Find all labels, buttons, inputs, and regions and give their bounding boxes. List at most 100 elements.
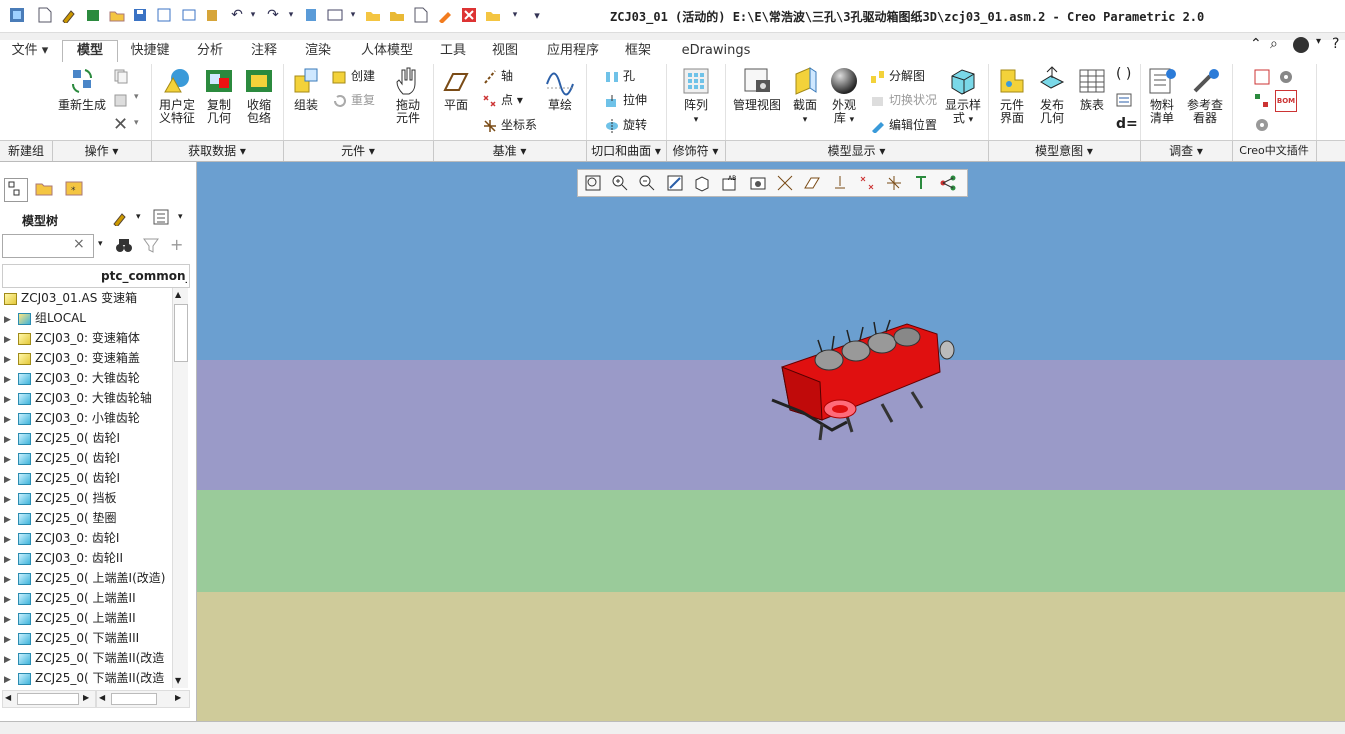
tree-horizontal-scrollbar-right[interactable]: ◀ ▶ [96, 690, 190, 708]
assemble-button[interactable]: 组装 [288, 66, 324, 112]
plugin-drawing-icon[interactable] [1253, 68, 1271, 89]
graphics-window[interactable]: AB [197, 162, 1345, 721]
tree-row[interactable]: ▶ ZCJ03_0: 齿轮II [4, 548, 170, 568]
edit-icon[interactable] [436, 6, 454, 24]
export-dropdown-icon[interactable]: ▾ [506, 6, 524, 24]
group-components[interactable]: 元件 ▾ [283, 142, 433, 160]
column-header-name[interactable]: ptc_common_n [101, 269, 187, 283]
minimize-ribbon-icon[interactable]: ⌃ [1250, 36, 1262, 52]
copy-icon[interactable] [113, 68, 129, 87]
h-scroll-thumb[interactable] [17, 693, 79, 705]
tab-view[interactable]: 视图 [482, 41, 528, 61]
search-icon[interactable]: ⌕ [1270, 36, 1278, 52]
tree-row[interactable]: ▶ ZCJ03_0: 大锥齿轮轴 [4, 388, 170, 408]
new-file-icon[interactable] [36, 6, 54, 24]
h-scroll-thumb[interactable] [111, 693, 157, 705]
expand-icon[interactable]: ▶ [4, 610, 18, 628]
parameters-icon[interactable] [1116, 92, 1132, 111]
point-display-icon[interactable] [831, 174, 851, 192]
pattern-button[interactable]: 阵列 ▾ [675, 66, 717, 127]
group-modifiers[interactable]: 修饰符 ▾ [666, 142, 725, 160]
tree-settings-icon[interactable] [110, 208, 128, 229]
display-style-small-icon[interactable] [693, 174, 713, 192]
delete-icon[interactable]: ✕ [113, 114, 128, 135]
filter-icon[interactable] [142, 236, 160, 257]
folder-icon[interactable] [364, 6, 382, 24]
tab-tools[interactable]: 工具 [430, 41, 476, 61]
tab-manikin[interactable]: 人体模型 [350, 41, 424, 61]
expand-icon[interactable]: ▶ [4, 590, 18, 608]
show-icon[interactable] [152, 208, 170, 229]
toggle-status-button[interactable]: 切换状况 [870, 91, 937, 109]
group-operations[interactable]: 操作 ▾ [52, 142, 151, 160]
tree-row[interactable]: ▶ ZCJ25_0( 挡板 [4, 488, 170, 508]
tree-row[interactable]: ▶ ZCJ25_0( 上端盖II [4, 588, 170, 608]
axis-display-icon[interactable] [803, 174, 823, 192]
regenerate-small-icon[interactable] [302, 6, 320, 24]
scroll-left-icon[interactable]: ◀ [99, 693, 105, 702]
search-dropdown-icon[interactable]: ▾ [98, 239, 103, 249]
switch-dimensions-icon[interactable]: d= [1116, 116, 1138, 132]
redo-dropdown-icon[interactable]: ▾ [282, 6, 300, 24]
save-icon[interactable] [131, 6, 149, 24]
group-new-group[interactable]: 新建组 [0, 142, 52, 160]
copy-geometry-button[interactable]: 复制 几何 [201, 66, 237, 125]
expand-icon[interactable]: ▶ [4, 490, 18, 508]
scroll-up-icon[interactable]: ▲ [175, 290, 181, 299]
scroll-right-icon[interactable]: ▶ [175, 693, 181, 702]
sketch-button[interactable]: 草绘 [542, 66, 578, 112]
csys-display-icon[interactable] [858, 174, 878, 192]
tree-horizontal-scrollbar-left[interactable]: ◀ ▶ [2, 690, 96, 708]
csys-button[interactable]: 坐标系 [482, 116, 537, 134]
favorites-tab[interactable]: * [64, 178, 86, 200]
shrinkwrap-button[interactable]: 收缩 包络 [241, 66, 277, 125]
tree-row[interactable]: ▶ 组LOCAL [4, 308, 170, 328]
tree-row[interactable]: ▶ ZCJ25_0( 垫圈 [4, 508, 170, 528]
tree-row[interactable]: ▶ ZCJ25_0( 上端盖II [4, 608, 170, 628]
help-icon[interactable]: ? [1332, 36, 1339, 52]
edit-position-button[interactable]: 编辑位置 [870, 116, 937, 134]
tab-analysis[interactable]: 分析 [186, 41, 234, 61]
refit-icon[interactable] [584, 174, 604, 192]
manage-views-button[interactable]: 管理视图 [731, 66, 783, 112]
plane-button[interactable]: 平面 [438, 66, 474, 112]
group-investigate[interactable]: 调查 ▾ [1140, 142, 1232, 160]
tree-row[interactable]: ▶ ZCJ03_0: 齿轮I [4, 528, 170, 548]
expand-icon[interactable]: ▶ [4, 670, 18, 688]
expand-icon[interactable]: ▶ [4, 330, 18, 348]
folder-star-icon[interactable] [388, 6, 406, 24]
paste-icon[interactable] [203, 6, 221, 24]
tab-framework[interactable]: 框架 [614, 41, 662, 61]
tab-file[interactable]: 文件 ▾ [2, 41, 58, 61]
expand-icon[interactable]: ▶ [4, 510, 18, 528]
expand-icon[interactable]: ▶ [4, 530, 18, 548]
model-tree-tab[interactable] [4, 178, 28, 202]
revolve-button[interactable]: 旋转 [604, 116, 647, 134]
tree-row[interactable]: ▶ ZCJ03_0: 变速箱盖 [4, 348, 170, 368]
group-datum[interactable]: 基准 ▾ [433, 142, 586, 160]
expand-icon[interactable]: ▶ [4, 630, 18, 648]
scroll-left-icon[interactable]: ◀ [5, 693, 11, 702]
close-window-icon[interactable] [460, 6, 478, 24]
group-model-display[interactable]: 模型显示 ▾ [725, 142, 988, 160]
tree-settings-dropdown-icon[interactable]: ▾ [136, 212, 141, 222]
tree-row[interactable]: ▶ ZCJ25_0( 下端盖III [4, 628, 170, 648]
help-dropdown-icon[interactable]: ▾ [1316, 36, 1321, 47]
display-style-button[interactable]: 显示样式 ▾ [942, 66, 984, 127]
help-center-icon[interactable] [1293, 37, 1309, 53]
delete-dropdown-icon[interactable]: ▾ [134, 118, 139, 128]
extrude-button[interactable]: 拉伸 [604, 91, 647, 109]
window-icon[interactable] [180, 6, 198, 24]
tab-model[interactable]: 模型 [62, 40, 118, 63]
bill-of-materials-button[interactable]: 物料 清单 [1144, 66, 1180, 125]
tree-row[interactable]: ▶ ZCJ25_0( 上端盖I(改造) [4, 568, 170, 588]
scroll-down-icon[interactable]: ▼ [175, 676, 181, 685]
expand-icon[interactable]: ▶ [4, 370, 18, 388]
tree-row[interactable]: ▶ ZCJ03_0: 大锥齿轮 [4, 368, 170, 388]
plugin-tree-icon[interactable] [1253, 92, 1271, 113]
windows-icon[interactable] [326, 6, 344, 24]
gearbox-model[interactable] [762, 312, 962, 452]
exploded-view-button[interactable]: 分解图 [870, 67, 925, 85]
network-icon[interactable] [939, 174, 959, 192]
tree-row[interactable]: ▶ ZCJ25_0( 齿轮I [4, 468, 170, 488]
